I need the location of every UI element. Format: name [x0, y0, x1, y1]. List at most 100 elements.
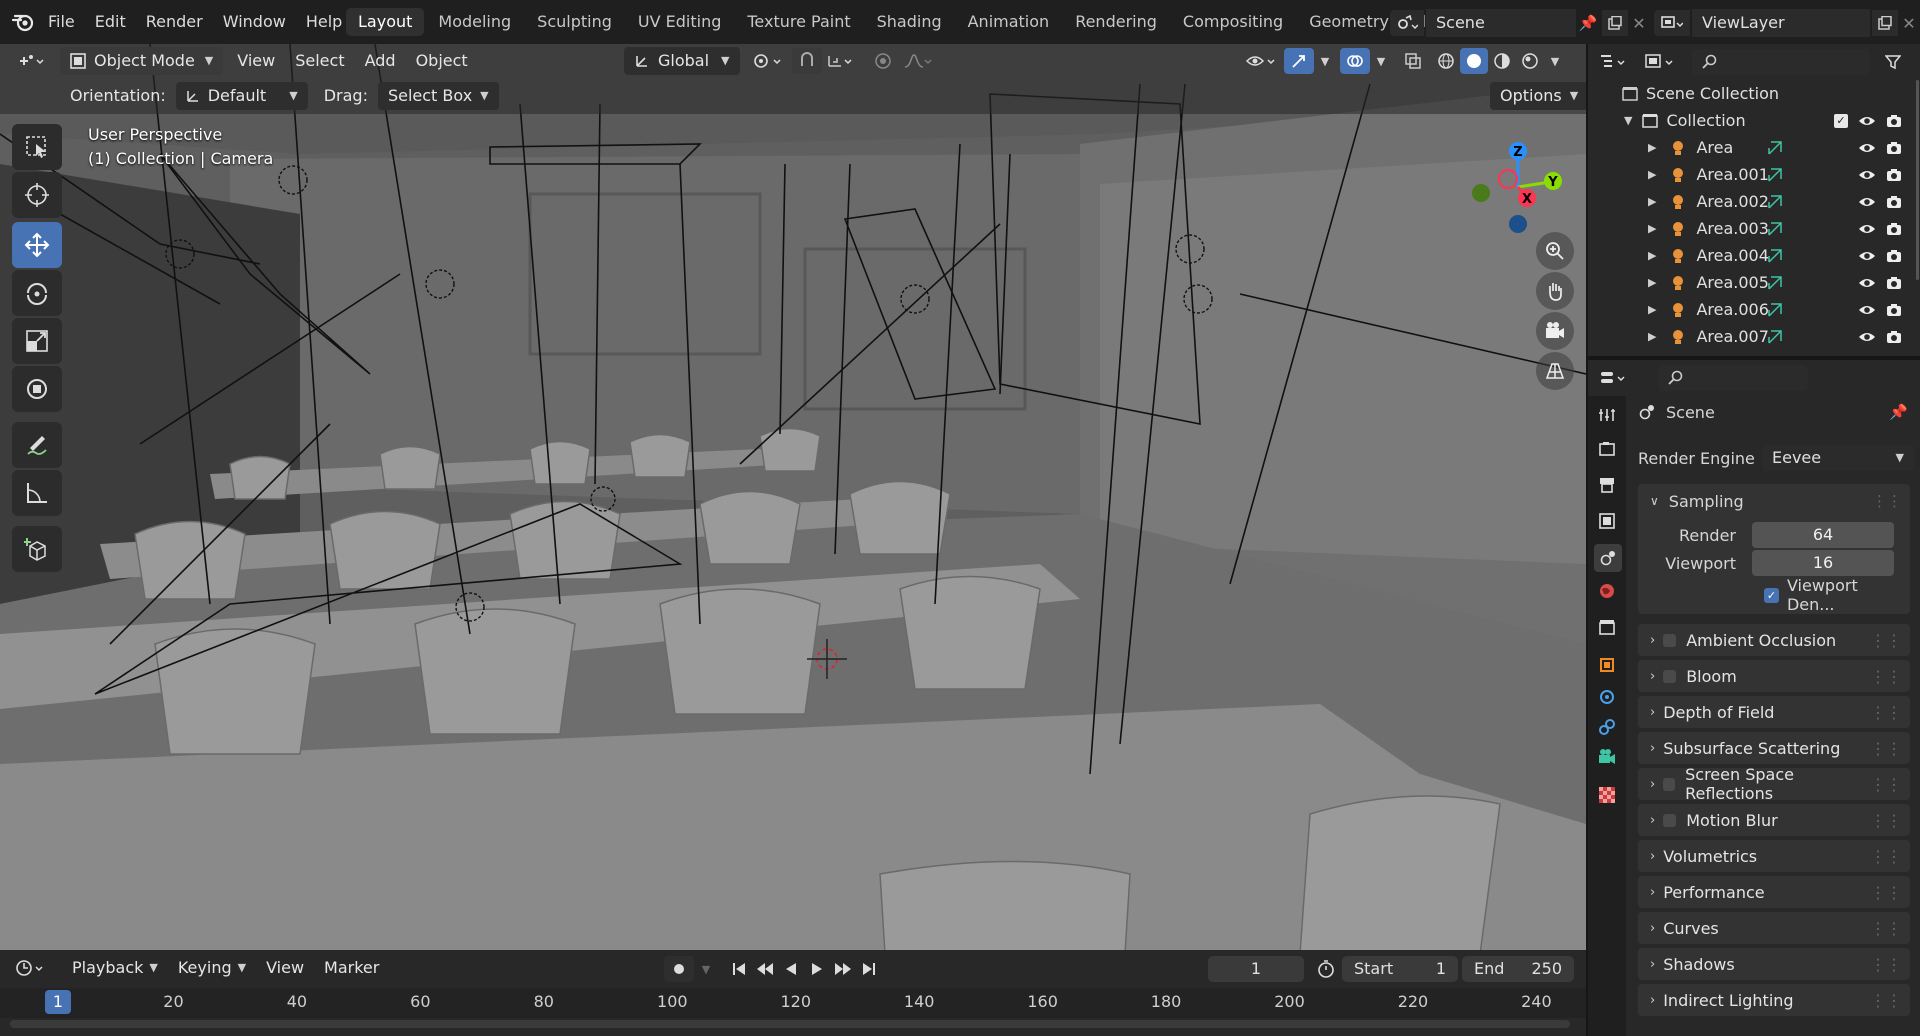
drag-handle-icon[interactable]: ⋮⋮: [1870, 739, 1902, 758]
filter-icon[interactable]: [1878, 54, 1908, 70]
playhead-indicator[interactable]: 1: [45, 990, 71, 1014]
view-layer-selector[interactable]: ViewLayer ✕: [1654, 9, 1920, 37]
menu-view[interactable]: View: [227, 47, 285, 75]
panel-header[interactable]: › Indirect Lighting ⋮⋮: [1638, 984, 1910, 1016]
drag-handle-icon[interactable]: ⋮⋮: [1870, 991, 1902, 1010]
panel-header[interactable]: › Ambient Occlusion ⋮⋮: [1638, 624, 1910, 656]
light-data-icon[interactable]: [1766, 167, 1784, 183]
scene-selector[interactable]: Scene 📌 ✕: [1390, 9, 1650, 37]
tab-uv-editing[interactable]: UV Editing: [626, 8, 733, 36]
collection-tab-icon[interactable]: [1598, 618, 1616, 636]
gizmo-toggle-icon[interactable]: [1284, 48, 1314, 74]
expand-object-icon[interactable]: ▶: [1648, 141, 1656, 154]
new-view-layer-icon[interactable]: [1872, 10, 1898, 36]
panel-header[interactable]: › Depth of Field ⋮⋮: [1638, 696, 1910, 728]
eye-icon[interactable]: [1858, 141, 1876, 155]
properties-search-input[interactable]: [1658, 365, 1808, 391]
transform-tool[interactable]: [12, 366, 62, 412]
annotate-tool[interactable]: [12, 422, 62, 468]
drag-handle-icon[interactable]: ⋮⋮: [1870, 955, 1902, 974]
light-data-icon[interactable]: [1766, 194, 1784, 210]
render-samples-field[interactable]: 64: [1752, 522, 1894, 548]
physics-tab-icon[interactable]: [1598, 688, 1616, 706]
play-reverse-button[interactable]: [778, 961, 804, 977]
pan-view-button[interactable]: [1536, 272, 1574, 310]
camera-view-button[interactable]: [1536, 312, 1574, 350]
move-tool[interactable]: [12, 222, 62, 268]
tab-shading[interactable]: Shading: [865, 8, 954, 36]
render-tab-icon[interactable]: [1598, 440, 1616, 458]
eye-icon[interactable]: [1858, 222, 1876, 236]
light-data-icon[interactable]: [1766, 275, 1784, 291]
camera-render-icon[interactable]: [1886, 249, 1902, 263]
rotate-tool[interactable]: [12, 270, 62, 316]
exclude-checkbox[interactable]: ✓: [1834, 113, 1848, 128]
outliner-editor-type-icon[interactable]: [1594, 53, 1634, 71]
proportional-editing-icon[interactable]: [868, 52, 898, 70]
end-frame-field[interactable]: End 250: [1462, 956, 1574, 982]
tab-layout[interactable]: Layout: [346, 8, 425, 36]
scale-tool[interactable]: [12, 318, 62, 364]
camera-render-icon[interactable]: [1886, 303, 1902, 317]
menu-edit[interactable]: Edit: [85, 0, 136, 44]
falloff-icon[interactable]: [898, 52, 938, 70]
panel-header[interactable]: › Subsurface Scattering ⋮⋮: [1638, 732, 1910, 764]
light-data-icon[interactable]: [1766, 302, 1784, 318]
close-scene-icon[interactable]: ✕: [1628, 14, 1650, 33]
expand-collection-icon[interactable]: ▼: [1624, 114, 1632, 127]
transform-orientation-dropdown[interactable]: Global ▼: [624, 47, 740, 75]
drag-dropdown[interactable]: Select Box ▼: [377, 82, 499, 110]
eye-icon[interactable]: [1858, 195, 1876, 209]
close-view-layer-icon[interactable]: ✕: [1898, 14, 1920, 33]
zoom-view-button[interactable]: [1536, 232, 1574, 270]
shading-wireframe-icon[interactable]: [1432, 52, 1460, 70]
object-mode-dropdown[interactable]: Object Mode ▼: [60, 47, 224, 75]
shading-dropdown-icon[interactable]: ▼: [1544, 55, 1566, 68]
pin-icon[interactable]: 📌: [1889, 403, 1908, 421]
shading-rendered-icon[interactable]: [1516, 52, 1544, 70]
outliner-object-row[interactable]: ▶ Area.005: [1588, 269, 1920, 296]
texture-tab-icon[interactable]: [1598, 786, 1616, 804]
jump-to-end-button[interactable]: [856, 961, 882, 977]
expand-object-icon[interactable]: ▶: [1648, 330, 1656, 343]
outliner-object-row[interactable]: ▶ Area: [1588, 134, 1920, 161]
keying-set-dropdown[interactable]: ▼: [694, 963, 718, 976]
expand-object-icon[interactable]: ▶: [1648, 276, 1656, 289]
tab-texture-paint[interactable]: Texture Paint: [735, 8, 862, 36]
outliner-object-row[interactable]: ▶ Area.001: [1588, 161, 1920, 188]
snap-target-icon[interactable]: [822, 52, 862, 70]
object-tab-icon[interactable]: [1598, 656, 1616, 674]
panel-enable-checkbox[interactable]: [1663, 633, 1677, 647]
drag-handle-icon[interactable]: ⋮⋮: [1870, 631, 1902, 650]
output-tab-icon[interactable]: [1598, 476, 1616, 494]
blender-logo-icon[interactable]: [8, 12, 38, 32]
tab-animation[interactable]: Animation: [956, 8, 1062, 36]
tab-compositing[interactable]: Compositing: [1171, 8, 1295, 36]
shading-material-icon[interactable]: [1488, 52, 1516, 70]
display-mode-icon[interactable]: [1640, 53, 1682, 71]
outliner-object-row[interactable]: ▶ Area.003: [1588, 215, 1920, 242]
expand-object-icon[interactable]: ▶: [1648, 303, 1656, 316]
jump-to-keyframe-back-button[interactable]: [752, 961, 778, 977]
menu-window[interactable]: Window: [213, 0, 296, 44]
constraints-tab-icon[interactable]: [1598, 718, 1616, 736]
current-frame-field[interactable]: 1: [1208, 956, 1304, 982]
outliner-object-row[interactable]: ▶ Area.006: [1588, 296, 1920, 323]
outliner-object-row[interactable]: ▶ Area.002: [1588, 188, 1920, 215]
menu-add[interactable]: Add: [355, 47, 406, 75]
view-layer-field[interactable]: ViewLayer: [1692, 9, 1870, 37]
panel-header[interactable]: › Volumetrics ⋮⋮: [1638, 840, 1910, 872]
view-layer-tab-icon[interactable]: [1598, 512, 1616, 530]
visibility-selectability-icon[interactable]: [1240, 52, 1284, 70]
panel-enable-checkbox[interactable]: [1663, 813, 1677, 827]
expand-object-icon[interactable]: ▶: [1648, 249, 1656, 262]
light-data-icon[interactable]: [1766, 329, 1784, 345]
light-data-icon[interactable]: [1766, 221, 1784, 237]
drag-handle-icon[interactable]: ⋮⋮: [1872, 492, 1902, 510]
shading-solid-icon[interactable]: [1460, 48, 1488, 74]
drag-handle-icon[interactable]: ⋮⋮: [1870, 775, 1902, 794]
jump-to-start-button[interactable]: [726, 961, 752, 977]
outliner-collection-row[interactable]: ▼ Collection ✓: [1588, 107, 1920, 134]
outliner-object-row[interactable]: ▶ Area.004: [1588, 242, 1920, 269]
start-frame-field[interactable]: Start 1: [1342, 956, 1458, 982]
